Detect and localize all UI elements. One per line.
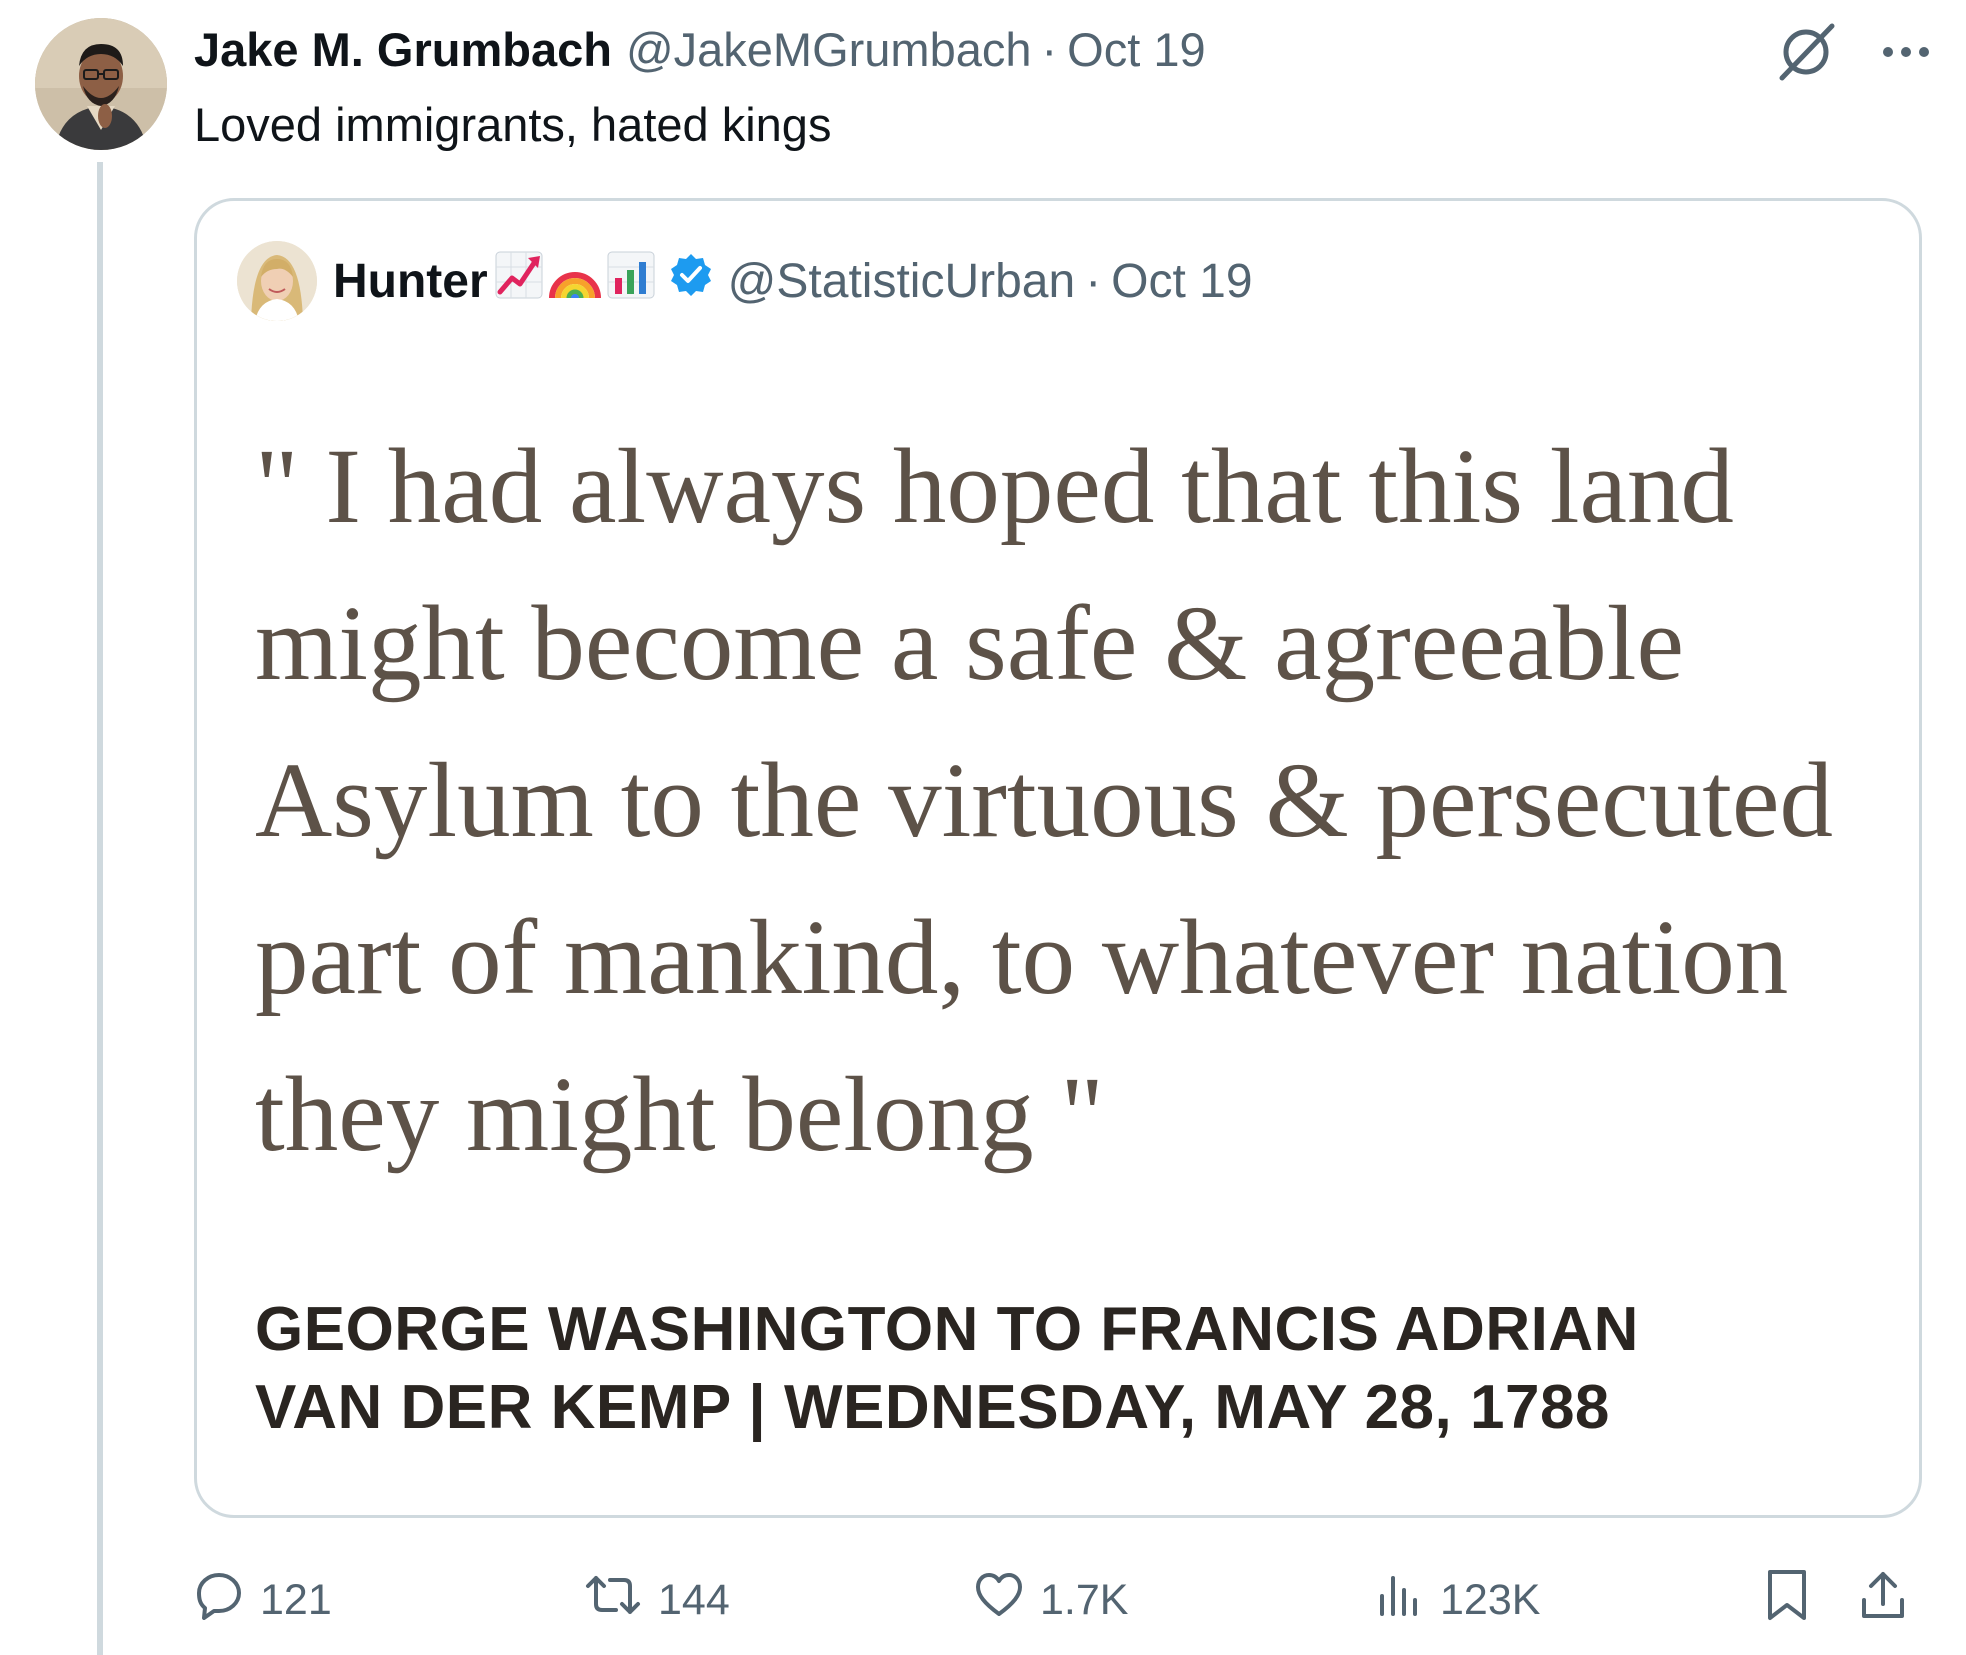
- tweet-action-bar: 121 144 1.7K 123K: [194, 1568, 1922, 1633]
- reply-icon: [194, 1570, 244, 1631]
- reply-button[interactable]: 121: [194, 1570, 332, 1630]
- author-name[interactable]: Jake M. Grumbach: [194, 22, 612, 78]
- like-count: 1.7K: [1040, 1575, 1129, 1624]
- quote-line: they might belong ": [255, 1056, 1105, 1174]
- quoted-tweet-date[interactable]: Oct 19: [1111, 254, 1252, 309]
- repost-icon: [584, 1570, 642, 1631]
- quote-line: Asylum to the virtuous & persecuted: [255, 742, 1833, 860]
- tweet-header: Jake M. Grumbach @JakeMGrumbach · Oct 19: [194, 22, 1206, 78]
- quoted-author-avatar[interactable]: [237, 241, 317, 321]
- tweet-date[interactable]: Oct 19: [1067, 22, 1205, 78]
- bookmark-icon: [1764, 1568, 1810, 1633]
- quote-attribution: GEORGE WASHINGTON TO FRANCIS ADRIAN VAN …: [255, 1291, 1895, 1447]
- attribution-line: GEORGE WASHINGTON TO FRANCIS ADRIAN: [255, 1295, 1639, 1364]
- more-icon[interactable]: [1880, 42, 1932, 67]
- like-icon: [974, 1570, 1024, 1631]
- like-button[interactable]: 1.7K: [974, 1570, 1128, 1630]
- views-count: 123K: [1440, 1575, 1541, 1624]
- tweet-top-actions: [1774, 20, 1932, 89]
- quote-line: part of mankind, to whatever nation: [255, 899, 1789, 1017]
- attribution-line: VAN DER KEMP | WEDNESDAY, MAY 28, 1788: [255, 1373, 1610, 1442]
- share-button[interactable]: [1858, 1570, 1908, 1630]
- quoted-author-name[interactable]: Hunter: [333, 254, 488, 309]
- quoted-tweet-card[interactable]: Hunter @StatisticUrban · Oct 19 " I had …: [194, 198, 1922, 1518]
- thread-line: [97, 162, 103, 1655]
- share-icon: [1858, 1568, 1908, 1633]
- quote-line: " I had always hoped that this land: [255, 428, 1734, 546]
- views-button[interactable]: 123K: [1374, 1570, 1540, 1630]
- repost-button[interactable]: 144: [584, 1570, 730, 1630]
- repost-count: 144: [658, 1575, 730, 1624]
- separator: ·: [1041, 23, 1058, 76]
- rainbow-icon: [548, 250, 602, 312]
- tweet-text: Loved immigrants, hated kings: [194, 98, 832, 151]
- quoted-author-handle[interactable]: @StatisticUrban: [728, 254, 1076, 309]
- verified-icon: [668, 252, 714, 310]
- grok-icon[interactable]: [1774, 20, 1838, 89]
- reply-count: 121: [260, 1575, 332, 1624]
- separator: ·: [1085, 254, 1102, 308]
- author-avatar[interactable]: [35, 18, 167, 150]
- author-handle[interactable]: @JakeMGrumbach: [626, 22, 1032, 78]
- chart-increasing-icon: [494, 250, 544, 312]
- quoted-tweet-header: Hunter @StatisticUrban · Oct 19: [237, 241, 1253, 321]
- views-icon: [1374, 1570, 1424, 1631]
- bookmark-button[interactable]: [1764, 1568, 1810, 1633]
- quote-image-text: " I had always hoped that this land migh…: [255, 409, 1895, 1194]
- bar-chart-icon: [606, 250, 656, 312]
- quote-line: might become a safe & agreeable: [255, 585, 1684, 703]
